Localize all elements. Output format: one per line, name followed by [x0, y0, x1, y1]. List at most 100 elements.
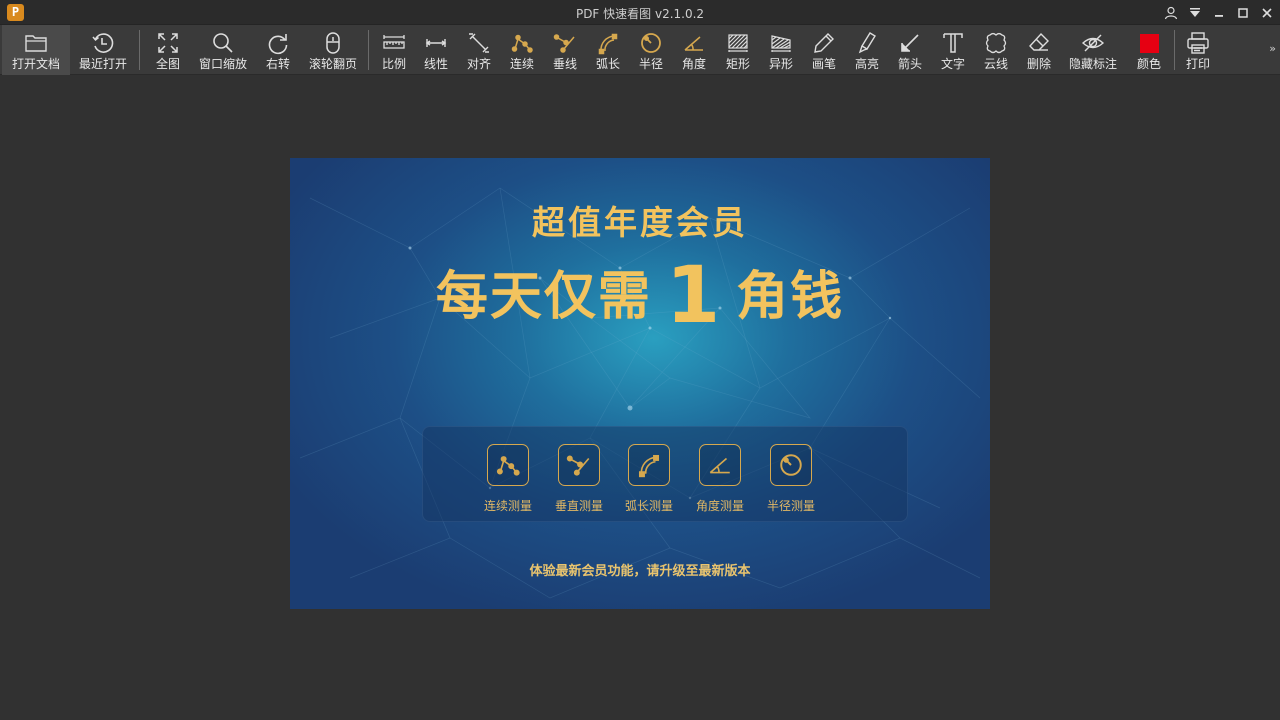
- scale-button[interactable]: 比例: [374, 25, 414, 75]
- more-tools-icon[interactable]: »: [1269, 42, 1276, 55]
- toolbar-label: 隐藏标注: [1068, 57, 1117, 71]
- title-bar: P PDF 快速看图 v2.1.0.2: [0, 0, 1280, 25]
- user-icon[interactable]: [1160, 3, 1182, 22]
- toolbar-label: 矩形: [725, 57, 750, 71]
- minimize-icon[interactable]: [1208, 3, 1230, 22]
- toolbar-label: 全图: [155, 57, 180, 71]
- perpendicular-measure-button[interactable]: 垂线: [545, 25, 585, 75]
- rotate-right-icon: [265, 30, 291, 56]
- radius-icon: [770, 444, 812, 486]
- close-icon[interactable]: [1256, 3, 1278, 22]
- toolbar-label: 连续: [509, 57, 534, 71]
- pen-button[interactable]: 画笔: [803, 25, 845, 75]
- toolbar-label: 打印: [1185, 57, 1210, 71]
- irregular-area-icon: [768, 30, 794, 56]
- feature-label: 半径测量: [766, 499, 815, 513]
- toolbar-label: 颜色: [1136, 57, 1161, 71]
- arc-icon: [628, 444, 670, 486]
- feature-radius-measure: 半径测量: [751, 444, 831, 514]
- feature-label: 连续测量: [483, 499, 532, 513]
- upgrade-note: 体验最新会员功能，请升级至最新版本: [529, 564, 751, 579]
- polyline-icon: [509, 30, 535, 56]
- cloud-icon: [983, 30, 1009, 56]
- arrow-icon: [897, 30, 923, 56]
- price-prefix: 每天仅需: [435, 267, 652, 327]
- perpendicular-icon: [552, 30, 578, 56]
- print-button[interactable]: 打印: [1178, 25, 1218, 75]
- feature-angle-measure: 角度测量: [680, 444, 760, 514]
- angle-icon: [699, 444, 741, 486]
- arc-length-button[interactable]: 弧长: [588, 25, 628, 75]
- linear-measure-button[interactable]: 线性: [416, 25, 456, 75]
- color-swatch-icon: [1136, 30, 1162, 56]
- feature-label: 弧长测量: [624, 499, 673, 513]
- price-suffix: 角钱: [736, 267, 845, 327]
- toolbar-label: 高亮: [854, 57, 879, 71]
- aligned-measure-button[interactable]: 对齐: [459, 25, 499, 75]
- pen-icon: [811, 30, 837, 56]
- text-button[interactable]: 文字: [932, 25, 974, 75]
- toolbar: 打开文档 最近打开 全图 窗口缩放 右转 滚轮翻页 比例 线性 对齐 连续 垂线…: [0, 25, 1280, 75]
- toolbar-label: 打开文档: [11, 57, 60, 71]
- angle-button[interactable]: 角度: [674, 25, 714, 75]
- fit-page-button[interactable]: 全图: [146, 25, 190, 75]
- eye-off-icon: [1080, 30, 1106, 56]
- perpendicular-icon: [558, 444, 600, 486]
- window-title: PDF 快速看图 v2.1.0.2: [575, 7, 705, 21]
- recent-files-button[interactable]: 最近打开: [72, 25, 134, 75]
- history-icon: [90, 30, 116, 56]
- fullscreen-icon: [155, 30, 181, 56]
- toolbar-label: 滚轮翻页: [308, 57, 357, 71]
- promo-banner: 超值年度会员 每天仅需 1 角钱 连续测量 垂直测量 弧长测量 角度测量 半径测量 …: [290, 158, 990, 609]
- polyline-icon: [487, 444, 529, 486]
- toolbar-label: 角度: [681, 57, 706, 71]
- ruler-icon: [381, 30, 407, 56]
- toolbar-label: 弧长: [595, 57, 620, 71]
- feature-continuous-measure: 连续测量: [468, 444, 548, 514]
- toolbar-label: 垂线: [552, 57, 577, 71]
- rectangle-area-button[interactable]: 矩形: [717, 25, 759, 75]
- toolbar-label: 半径: [638, 57, 663, 71]
- promo-price: 每天仅需 1 角钱: [290, 251, 990, 341]
- price-number: 1: [665, 251, 723, 341]
- promo-headline: 超值年度会员: [532, 203, 748, 242]
- irregular-area-button[interactable]: 异形: [760, 25, 802, 75]
- toolbar-label: 文字: [940, 57, 965, 71]
- linear-measure-icon: [423, 30, 449, 56]
- aligned-measure-icon: [466, 30, 492, 56]
- toolbar-separator: [139, 30, 140, 70]
- toolbar-label: 窗口缩放: [198, 57, 247, 71]
- toolbar-label: 异形: [768, 57, 793, 71]
- toolbar-label: 云线: [983, 57, 1008, 71]
- cloud-line-button[interactable]: 云线: [975, 25, 1017, 75]
- rotate-right-button[interactable]: 右转: [256, 25, 300, 75]
- toolbar-label: 删除: [1026, 57, 1051, 71]
- continuous-measure-button[interactable]: 连续: [502, 25, 542, 75]
- wheel-page-button[interactable]: 滚轮翻页: [304, 25, 362, 75]
- hide-annotations-button[interactable]: 隐藏标注: [1062, 25, 1124, 75]
- color-button[interactable]: 颜色: [1128, 25, 1170, 75]
- dropdown-icon[interactable]: [1184, 3, 1206, 22]
- maximize-icon[interactable]: [1232, 3, 1254, 22]
- toolbar-label: 线性: [423, 57, 448, 71]
- feature-label: 垂直测量: [554, 499, 603, 513]
- feature-arc-measure: 弧长测量: [609, 444, 689, 514]
- toolbar-separator: [1174, 30, 1175, 70]
- text-icon: [940, 30, 966, 56]
- delete-button[interactable]: 删除: [1018, 25, 1060, 75]
- angle-icon: [681, 30, 707, 56]
- toolbar-label: 画笔: [811, 57, 836, 71]
- eraser-icon: [1026, 30, 1052, 56]
- feature-label: 角度测量: [695, 499, 744, 513]
- radius-button[interactable]: 半径: [631, 25, 671, 75]
- open-document-button[interactable]: 打开文档: [2, 25, 70, 75]
- toolbar-label: 比例: [381, 57, 406, 71]
- arc-icon: [595, 30, 621, 56]
- window-zoom-button[interactable]: 窗口缩放: [194, 25, 252, 75]
- arrow-button[interactable]: 箭头: [889, 25, 931, 75]
- feature-perpendicular-measure: 垂直测量: [539, 444, 619, 514]
- highlight-button[interactable]: 高亮: [846, 25, 888, 75]
- folder-icon: [23, 30, 49, 56]
- radius-icon: [638, 30, 664, 56]
- printer-icon: [1185, 30, 1211, 56]
